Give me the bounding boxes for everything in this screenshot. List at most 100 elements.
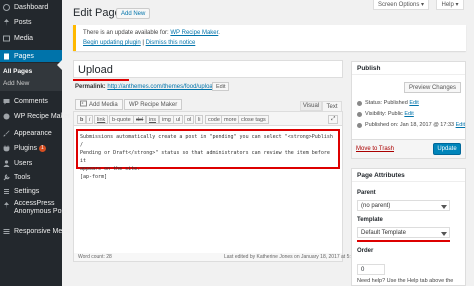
- published-on-row: Published on: Jan 18, 2017 @ 17:33 Edit: [357, 122, 465, 128]
- content-line: [ap-form]: [80, 174, 108, 180]
- sidebar-item-label: Responsive Menu: [14, 227, 71, 235]
- sidebar-item-posts[interactable]: Posts: [0, 16, 62, 28]
- qt-ins-button[interactable]: ins: [146, 115, 160, 124]
- dismiss-notice-link[interactable]: Dismiss this notice: [146, 40, 196, 46]
- publish-box: Publish Preview Changes Status: Publishe…: [351, 61, 466, 159]
- help-button[interactable]: Help ▾: [436, 0, 464, 10]
- add-media-label: Add Media: [89, 101, 118, 108]
- sidebar-item-tools[interactable]: Tools: [0, 171, 62, 183]
- accesspress-label: AccessPress Anonymous Post: [14, 200, 67, 216]
- content-editor[interactable]: b i link b-quote del ins img ul ol li co…: [73, 111, 343, 261]
- qt-link-button[interactable]: link: [94, 115, 109, 124]
- fullscreen-icon[interactable]: ⤢: [328, 115, 339, 124]
- sidebar-item-label: Media: [14, 34, 34, 42]
- sidebar-item-wp-recipe-maker[interactable]: WP Recipe Maker: [0, 110, 70, 122]
- order-input[interactable]: 0: [357, 264, 385, 275]
- edit-permalink-button[interactable]: Edit: [212, 82, 230, 91]
- quicktags-toolbar: b i link b-quote del ins img ul ol li co…: [74, 112, 342, 126]
- permalink: Permalink: http://anthemes.com/themes/fo…: [75, 84, 218, 90]
- qt-img-button[interactable]: img: [159, 115, 174, 124]
- submenu-add-new[interactable]: Add New: [3, 80, 29, 87]
- sidebar-item-media[interactable]: Media: [0, 32, 62, 44]
- post-title-input[interactable]: Upload: [73, 60, 343, 78]
- published-on-text: Published on: Jan 18, 2017 @ 17:33: [365, 122, 455, 128]
- recipe-icon: [3, 113, 10, 120]
- qt-close-tags-button[interactable]: close tags: [238, 115, 269, 124]
- move-to-trash-link[interactable]: Move to Trash: [356, 146, 394, 152]
- parent-select[interactable]: (no parent): [357, 200, 450, 211]
- editor-content[interactable]: Submissions automatically create a post …: [76, 129, 340, 180]
- sidebar-item-accesspress[interactable]: AccessPress Anonymous Post: [0, 200, 67, 220]
- sidebar-item-label: Appearance: [14, 129, 52, 137]
- publish-heading: Publish: [352, 62, 465, 75]
- sidebar-item-label: Comments: [14, 97, 48, 105]
- sidebar-item-comments[interactable]: Comments: [0, 95, 62, 107]
- qt-ol-button[interactable]: ol: [184, 115, 195, 124]
- sidebar-item-label: Pages: [14, 52, 34, 60]
- current-menu-arrow: [57, 60, 62, 70]
- order-value: 0: [361, 267, 365, 273]
- tab-visual[interactable]: Visual: [300, 101, 322, 111]
- template-select[interactable]: Default Template: [357, 227, 450, 238]
- plugin-link[interactable]: WP Recipe Maker: [170, 30, 218, 36]
- accesspress-label-line2: Anonymous Post: [14, 208, 67, 215]
- sidebar-item-label: Settings: [14, 187, 40, 195]
- tab-text[interactable]: Text: [322, 101, 342, 111]
- begin-updating-link[interactable]: Begin updating plugin: [83, 40, 141, 46]
- media-icon: [80, 100, 87, 109]
- parent-label: Parent: [357, 190, 376, 196]
- chevron-down-icon: [441, 232, 447, 236]
- qt-more-button[interactable]: more: [221, 115, 240, 124]
- visibility-text: Visibility: Public: [365, 111, 403, 117]
- qt-bold-button[interactable]: b: [77, 115, 87, 124]
- brush-icon: [3, 130, 10, 137]
- admin-sidebar: Dashboard Posts Media Pages All Pages Ad…: [0, 0, 70, 286]
- notice-message: There is an update available for: WP Rec…: [83, 30, 220, 36]
- submenu-all-pages[interactable]: All Pages: [3, 68, 32, 75]
- sidebar-item-dashboard[interactable]: Dashboard: [0, 1, 62, 13]
- screen-options-button[interactable]: Screen Options ▾: [373, 0, 429, 10]
- settings-icon: [3, 188, 10, 195]
- publish-actions: Move to Trash Update: [352, 139, 465, 158]
- help-text: Need help? Use the Help tab above the: [357, 278, 454, 284]
- sidebar-item-users[interactable]: Users: [0, 157, 62, 169]
- sidebar-item-responsive-menu[interactable]: Responsive Menu: [0, 225, 70, 237]
- qt-italic-button[interactable]: i: [86, 115, 94, 124]
- order-label: Order: [357, 248, 374, 254]
- qt-li-button[interactable]: li: [195, 115, 204, 124]
- add-media-button[interactable]: Add Media: [75, 99, 123, 110]
- sidebar-item-settings[interactable]: Settings: [0, 185, 62, 197]
- last-edited: Last edited by Katherine Jones on Januar…: [224, 254, 365, 260]
- pages-submenu: All Pages Add New: [0, 63, 62, 91]
- permalink-url[interactable]: http://anthemes.com/themes/food/upload/: [107, 84, 217, 90]
- sidebar-item-plugins[interactable]: Plugins 1: [0, 142, 62, 154]
- word-count: Word count: 28: [78, 254, 112, 260]
- add-new-button[interactable]: Add New: [116, 8, 151, 19]
- published-edit-link[interactable]: Edit: [456, 122, 465, 128]
- sidebar-item-appearance[interactable]: Appearance: [0, 127, 62, 139]
- status-row: Status: Published Edit: [357, 100, 419, 106]
- sidebar-item-pages[interactable]: Pages: [0, 50, 62, 62]
- chevron-down-icon: [441, 205, 447, 209]
- template-highlight-underline: [357, 240, 450, 242]
- status-edit-link[interactable]: Edit: [409, 100, 418, 106]
- pin-icon: [3, 18, 10, 26]
- calendar-icon: [357, 122, 362, 128]
- qt-ul-button[interactable]: ul: [173, 115, 184, 124]
- qt-del-button[interactable]: del: [133, 115, 147, 124]
- sidebar-item-label: WP Recipe Maker: [14, 112, 71, 120]
- visibility-edit-link[interactable]: Edit: [404, 111, 413, 117]
- users-icon: [3, 159, 10, 167]
- post-title-text: Upload: [78, 64, 113, 76]
- wp-recipe-maker-button[interactable]: WP Recipe Maker: [124, 99, 183, 110]
- content-line: Submissions automatically create a post …: [80, 134, 333, 148]
- preview-changes-button[interactable]: Preview Changes: [403, 82, 461, 93]
- pages-icon: [3, 53, 10, 60]
- sidebar-item-label: Users: [14, 159, 33, 167]
- media-icon: [3, 35, 10, 42]
- permalink-label: Permalink:: [75, 84, 108, 90]
- notice-period: .: [218, 30, 220, 36]
- update-button[interactable]: Update: [433, 143, 461, 155]
- qt-bquote-button[interactable]: b-quote: [109, 115, 134, 124]
- sidebar-item-label: Tools: [14, 173, 31, 181]
